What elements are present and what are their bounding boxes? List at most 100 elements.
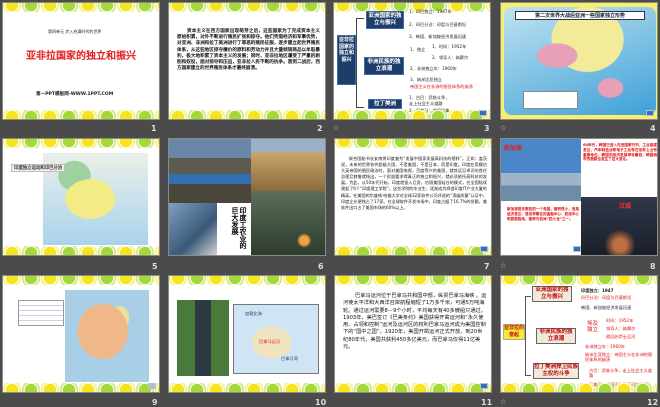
map-legend — [18, 300, 64, 326]
nav-button[interactable] — [646, 110, 654, 116]
africa-map-image — [65, 290, 149, 382]
mindmap-item: 时间：1952年 — [606, 318, 634, 323]
lemon-border-top — [169, 3, 325, 12]
mindmap-item: 埃及独立 — [587, 321, 599, 333]
mindmap-item: 非洲独立年：1960年 — [585, 344, 625, 349]
slide-body-text: 巴拿马运河位于巴拿马共和国中部，纵贯巴拿马海峡 。运河使太平洋和大西洋召岸航程缩… — [343, 293, 487, 351]
factory-photo — [251, 191, 325, 255]
slide-number: 10 — [315, 398, 327, 407]
slide-thumbnail-1[interactable]: 第四单元 步入充满时代的世界 亚非拉国家的独立和振兴 第一PPT模板网-WWW.… — [2, 2, 160, 120]
slide-number: 8 — [650, 262, 656, 271]
lemon-border-bottom — [169, 383, 325, 392]
lemon-border-bottom — [335, 246, 491, 255]
slide-thumbnail-6[interactable]: 印度工农业的巨大发展 — [168, 138, 326, 256]
nav-button[interactable] — [148, 383, 156, 389]
map-legend — [523, 91, 578, 109]
mindmap-connector — [525, 296, 531, 376]
slide-body-text: 资本主义在西方国家出现萌芽之后，这些国家为了完成资本主义原始积累，对外不断进行殖… — [177, 29, 320, 72]
control-room-photo — [169, 203, 217, 255]
mindmap-item: 韩国、新加坡经济发展迅速 — [581, 305, 632, 310]
mindmap-item: 1、时间：1952年 — [432, 44, 467, 49]
korea-text: 60年代，韩国已进入先进国家行列，工业高度发达，汽车制造业和电子工业等在世界上占… — [583, 143, 657, 162]
slide-title: 亚非拉国家的独立和振兴 — [26, 51, 136, 62]
lemon-border-bottom — [335, 383, 491, 392]
slide-number: 3 — [484, 124, 490, 133]
lemon-border-bottom — [3, 246, 159, 255]
slide-thumbnail-9[interactable] — [2, 275, 160, 393]
mindmap-item: 印度独立：1947 — [581, 288, 614, 293]
slide-number: 11 — [481, 398, 493, 407]
slide-number: 12 — [647, 398, 659, 407]
mindmap-item: 2、非洲独立年：1960年 — [410, 66, 457, 71]
map-label: 巴拿马运河 — [259, 339, 280, 344]
lemon-border-bottom — [501, 383, 657, 392]
mindmap-africa: 非洲民族的独立浪潮 — [364, 57, 404, 75]
mindmap-connector — [356, 18, 364, 108]
slide-number: 7 — [484, 262, 490, 271]
slide-thumbnail-4[interactable]: 第二次世界大战后亚洲一些国家独立形势 — [500, 2, 658, 120]
slide-thumbnail-11[interactable]: 巴拿马运河位于巴拿马共和国中部，纵贯巴拿马海峡 。运河使太平洋和大西洋召岸航程缩… — [334, 275, 492, 393]
slide-thumbnail-12[interactable]: 亚非拉的奋起 亚洲国家的独立与振兴 非洲民族的独立浪潮 拉丁美洲捍卫民族主权的斗… — [500, 275, 658, 393]
mindmap-asia: 亚洲国家的独立与振兴 — [532, 286, 572, 302]
mindmap-item: 印巴分治：印度与巴基斯坦 — [581, 295, 632, 300]
slide-number: 2 — [317, 124, 323, 133]
lemon-border-top — [3, 3, 159, 12]
slide-thumbnail-10[interactable]: 加勒比海 巴拿马运河 巴拿马湾 — [168, 275, 326, 393]
nav-button[interactable] — [479, 110, 487, 116]
slide-number: 9 — [152, 398, 158, 407]
slide-thumbnail-7[interactable]: 联合国秘书长安南将印度誉为“发展中国家发展高科技的榜样”。正如：盖茨说，未来的世… — [334, 138, 492, 256]
mindmap-root: 亚非拉国家的独立和振兴 — [337, 35, 356, 85]
lemon-border-bottom — [334, 110, 490, 119]
slide-thumbnail-8[interactable]: 新加坡 60年代，韩国已进入先进国家行列，工业高度发达，汽车制造业和电子工业等在… — [500, 138, 658, 256]
mindmap-item: 领导人：纳赛尔 — [606, 326, 636, 331]
nav-button[interactable] — [573, 246, 581, 252]
mindmap-item: 2、印巴分治：印度与巴基斯坦 — [409, 22, 467, 27]
map-title: 第二次世界大战后亚洲一些国家独立形势 — [515, 11, 645, 20]
slide-number: 4 — [650, 124, 656, 133]
slide-body-text: 联合国秘书长安南将印度誉为“发展中国家发展高科技的榜样”。正如：盖茨说，未来的世… — [341, 156, 487, 210]
singapore-label: 新加坡 — [504, 145, 523, 152]
nav-button[interactable] — [480, 246, 488, 252]
mindmap-item: 古巴：武装斗争，走上社会主义道路 — [589, 368, 652, 378]
mindmap-africa: 非洲民族的独立浪潮 — [536, 328, 576, 344]
slide-thumbnail-2[interactable]: 资本主义在西方国家出现萌芽之后，这些国家为了完成资本主义原始积累，对外不断进行殖… — [168, 2, 326, 120]
lemon-border-top — [169, 276, 325, 285]
lemon-border-top — [501, 276, 657, 285]
singapore-text: 新加坡是东南亚的一个岛国，面积很小，但是经济发达，是世界著名的金融中心、航运中心… — [507, 207, 579, 221]
lemon-border-top — [3, 139, 159, 148]
slide-caption: 印度工农业的巨大发展 — [231, 207, 247, 249]
mindmap-item: 3、纳米比亚独立 — [410, 77, 442, 82]
lemon-border-bottom — [3, 383, 159, 392]
animation-icon[interactable]: ☆ — [500, 262, 506, 270]
slide-footer: 第一PPT模板网-WWW.1PPT.COM — [36, 92, 114, 97]
mindmap-latam: 拉丁美洲捍卫民族主权的斗争 — [533, 363, 579, 379]
slide-number: 6 — [318, 262, 324, 271]
mindmap-item: 3、韩国、新加坡经济发展迅速 — [409, 34, 467, 39]
mindmap-asia: 亚洲国家的独立与振兴 — [366, 11, 404, 29]
farm-photo — [251, 139, 325, 191]
canal-photo — [177, 300, 229, 376]
slide-thumbnail-5[interactable]: 印度独立运动和印巴分治 — [2, 138, 160, 256]
animation-icon[interactable]: ☆ — [333, 124, 339, 132]
lemon-border-bottom — [169, 110, 325, 119]
lemon-border-top — [335, 276, 491, 285]
slide-subtitle: 第四单元 步入充满时代的世界 — [48, 29, 102, 34]
mindmap-item-highlight: 帝国主义在非洲的殖民体系的崩溃 — [410, 84, 473, 89]
map-label: 加勒比海 — [245, 311, 262, 316]
mindmap-root: 亚非拉的奋起 — [503, 324, 525, 340]
nav-button[interactable] — [480, 383, 488, 389]
mindmap-item: 纳米比亚独立：帝国主义在非洲的殖民体系的崩溃 — [585, 352, 653, 362]
slide-thumbnail-3[interactable]: 亚非拉国家的独立和振兴 亚洲国家的独立与振兴 非洲民族的独立浪潮 拉丁美洲 1、… — [333, 2, 491, 120]
animation-icon[interactable]: ☆ — [500, 124, 506, 132]
animation-icon[interactable]: ☆ — [500, 398, 506, 406]
slide-number: 5 — [152, 262, 158, 271]
mindmap-item: 1、古巴：武装斗争，走上社会主义道路 — [409, 95, 450, 106]
lemon-border-bottom — [3, 110, 159, 119]
lemon-border-top — [3, 276, 159, 285]
mindmap-item: 2、领导人：纳赛尔 — [432, 55, 469, 60]
mindmap-item: 1、印巴独立：1947年 — [409, 9, 452, 14]
train-photo — [169, 139, 251, 203]
slide-number: 1 — [151, 124, 157, 133]
mindmap-item: 1、独立 — [410, 47, 426, 52]
mindmap-latam: 拉丁美洲 — [368, 99, 402, 109]
